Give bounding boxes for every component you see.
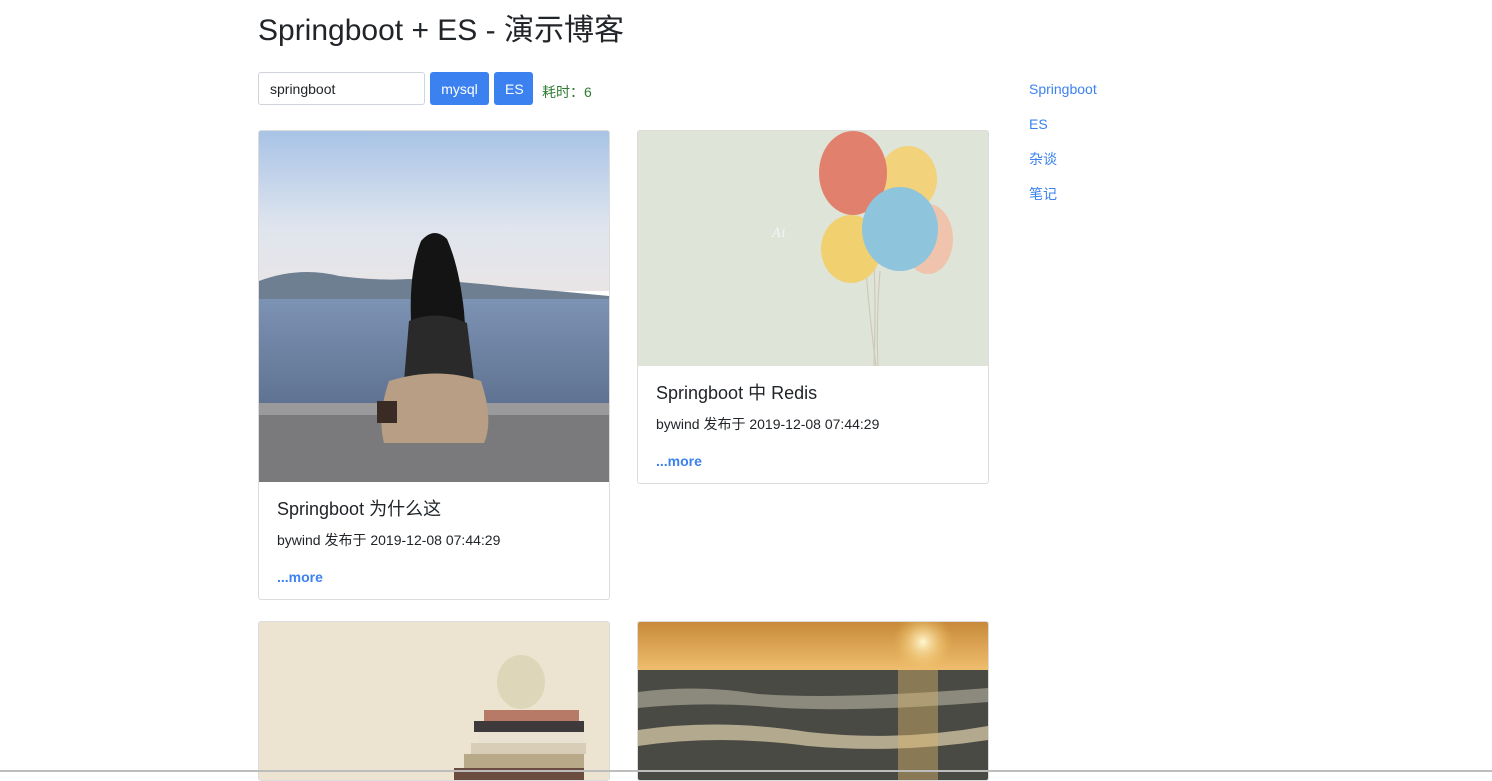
post-card: Springboot 为什么这 bywind 发布于 2019-12-08 07…	[258, 130, 610, 600]
post-meta: bywind 发布于 2019-12-08 07:44:29	[656, 416, 880, 432]
sidebar-item-es[interactable]: ES	[1029, 115, 1097, 150]
post-image-girl-by-lake[interactable]	[259, 131, 609, 482]
read-more-link[interactable]: ...more	[656, 452, 702, 470]
mysql-search-button[interactable]: mysql	[430, 72, 489, 105]
post-card	[637, 621, 989, 781]
sidebar-item-chat[interactable]: 杂谈	[1029, 150, 1097, 185]
page-title: Springboot + ES - 演示博客	[258, 14, 624, 47]
post-meta: bywind 发布于 2019-12-08 07:44:29	[277, 532, 501, 548]
post-title[interactable]: Springboot 为什么这	[277, 496, 591, 522]
post-card	[258, 621, 610, 781]
post-image-balloons[interactable]: Ai	[638, 131, 988, 366]
search-bar: mysql ES 耗时：6	[258, 72, 592, 105]
svg-text:Ai: Ai	[771, 226, 786, 241]
post-image-sunset-beach[interactable]	[638, 622, 988, 780]
sidebar-item-springboot[interactable]: Springboot	[1029, 80, 1097, 115]
es-search-button[interactable]: ES	[494, 72, 533, 105]
sidebar-item-notes[interactable]: 笔记	[1029, 185, 1097, 220]
post-image-books-apple[interactable]	[259, 622, 609, 780]
post-card: Ai Springboot 中 Redis bywind 发布于 2019-12…	[637, 130, 989, 484]
read-more-link[interactable]: ...more	[277, 568, 323, 586]
post-title[interactable]: Springboot 中 Redis	[656, 380, 970, 406]
category-sidebar: Springboot ES 杂谈 笔记	[1029, 80, 1097, 220]
search-input[interactable]	[258, 72, 425, 105]
elapsed-time-label: 耗时：6	[542, 83, 592, 100]
